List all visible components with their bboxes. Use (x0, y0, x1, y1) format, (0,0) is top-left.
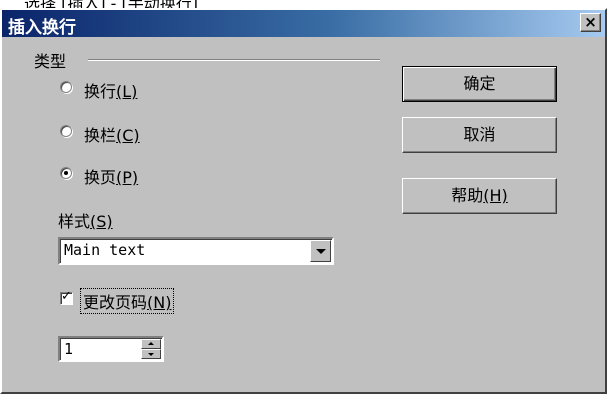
spin-up-button[interactable] (141, 339, 161, 349)
document-text-fragment: 选择 [插入] - [手动换行] (24, 0, 198, 8)
help-button[interactable]: 帮助(H) (402, 178, 557, 214)
style-dropdown[interactable]: Main text (58, 237, 334, 265)
change-page-number-label: 更改页码 (83, 293, 148, 312)
arrow-up-icon (148, 342, 154, 345)
radio-line-break-mnemonic: (L) (116, 82, 138, 101)
group-divider (88, 59, 380, 61)
radio-column-break-mnemonic: (C) (116, 126, 140, 145)
dropdown-arrow-button[interactable] (310, 240, 331, 262)
style-label: 样式(S) (58, 212, 113, 231)
background-document: 选择 [插入] - [手动换行] (0, 0, 607, 8)
title-bar: 插入换行 × (2, 10, 605, 38)
help-mnemonic: (H) (483, 186, 508, 205)
help-button-label: 帮助 (451, 186, 484, 205)
checkmark-icon: ✓ (61, 289, 72, 304)
arrow-down-icon (148, 353, 154, 356)
page-number-value: 1 (64, 340, 74, 358)
radio-page-break-mnemonic: (P) (116, 168, 139, 187)
radio-circle (60, 81, 72, 93)
close-icon: × (584, 13, 597, 31)
radio-selected-dot (64, 171, 68, 175)
radio-column-break-label: 换栏 (84, 126, 117, 145)
style-dropdown-value: Main text (64, 241, 146, 259)
radio-circle (60, 125, 72, 137)
cancel-button[interactable]: 取消 (402, 117, 557, 153)
radio-circle (60, 167, 72, 179)
close-button[interactable]: × (580, 13, 601, 32)
change-page-number-mnemonic: (N) (147, 293, 172, 312)
checkbox-box: ✓ (60, 289, 73, 305)
chevron-down-icon (316, 249, 326, 254)
dialog-title: 插入换行 (8, 18, 76, 38)
spin-down-button[interactable] (141, 349, 161, 359)
radio-line-break-label: 换行 (84, 82, 117, 101)
style-mnemonic: (S) (90, 212, 113, 231)
insert-break-dialog: 插入换行 × 类型 换行(L) 换栏(C) 换页(P) 样式(S) Main t… (0, 8, 607, 394)
ok-button[interactable]: 确定 (402, 66, 557, 102)
page-number-spinner[interactable]: 1 (58, 336, 164, 362)
type-group-label: 类型 (34, 52, 67, 71)
radio-page-break-label: 换页 (84, 168, 117, 187)
